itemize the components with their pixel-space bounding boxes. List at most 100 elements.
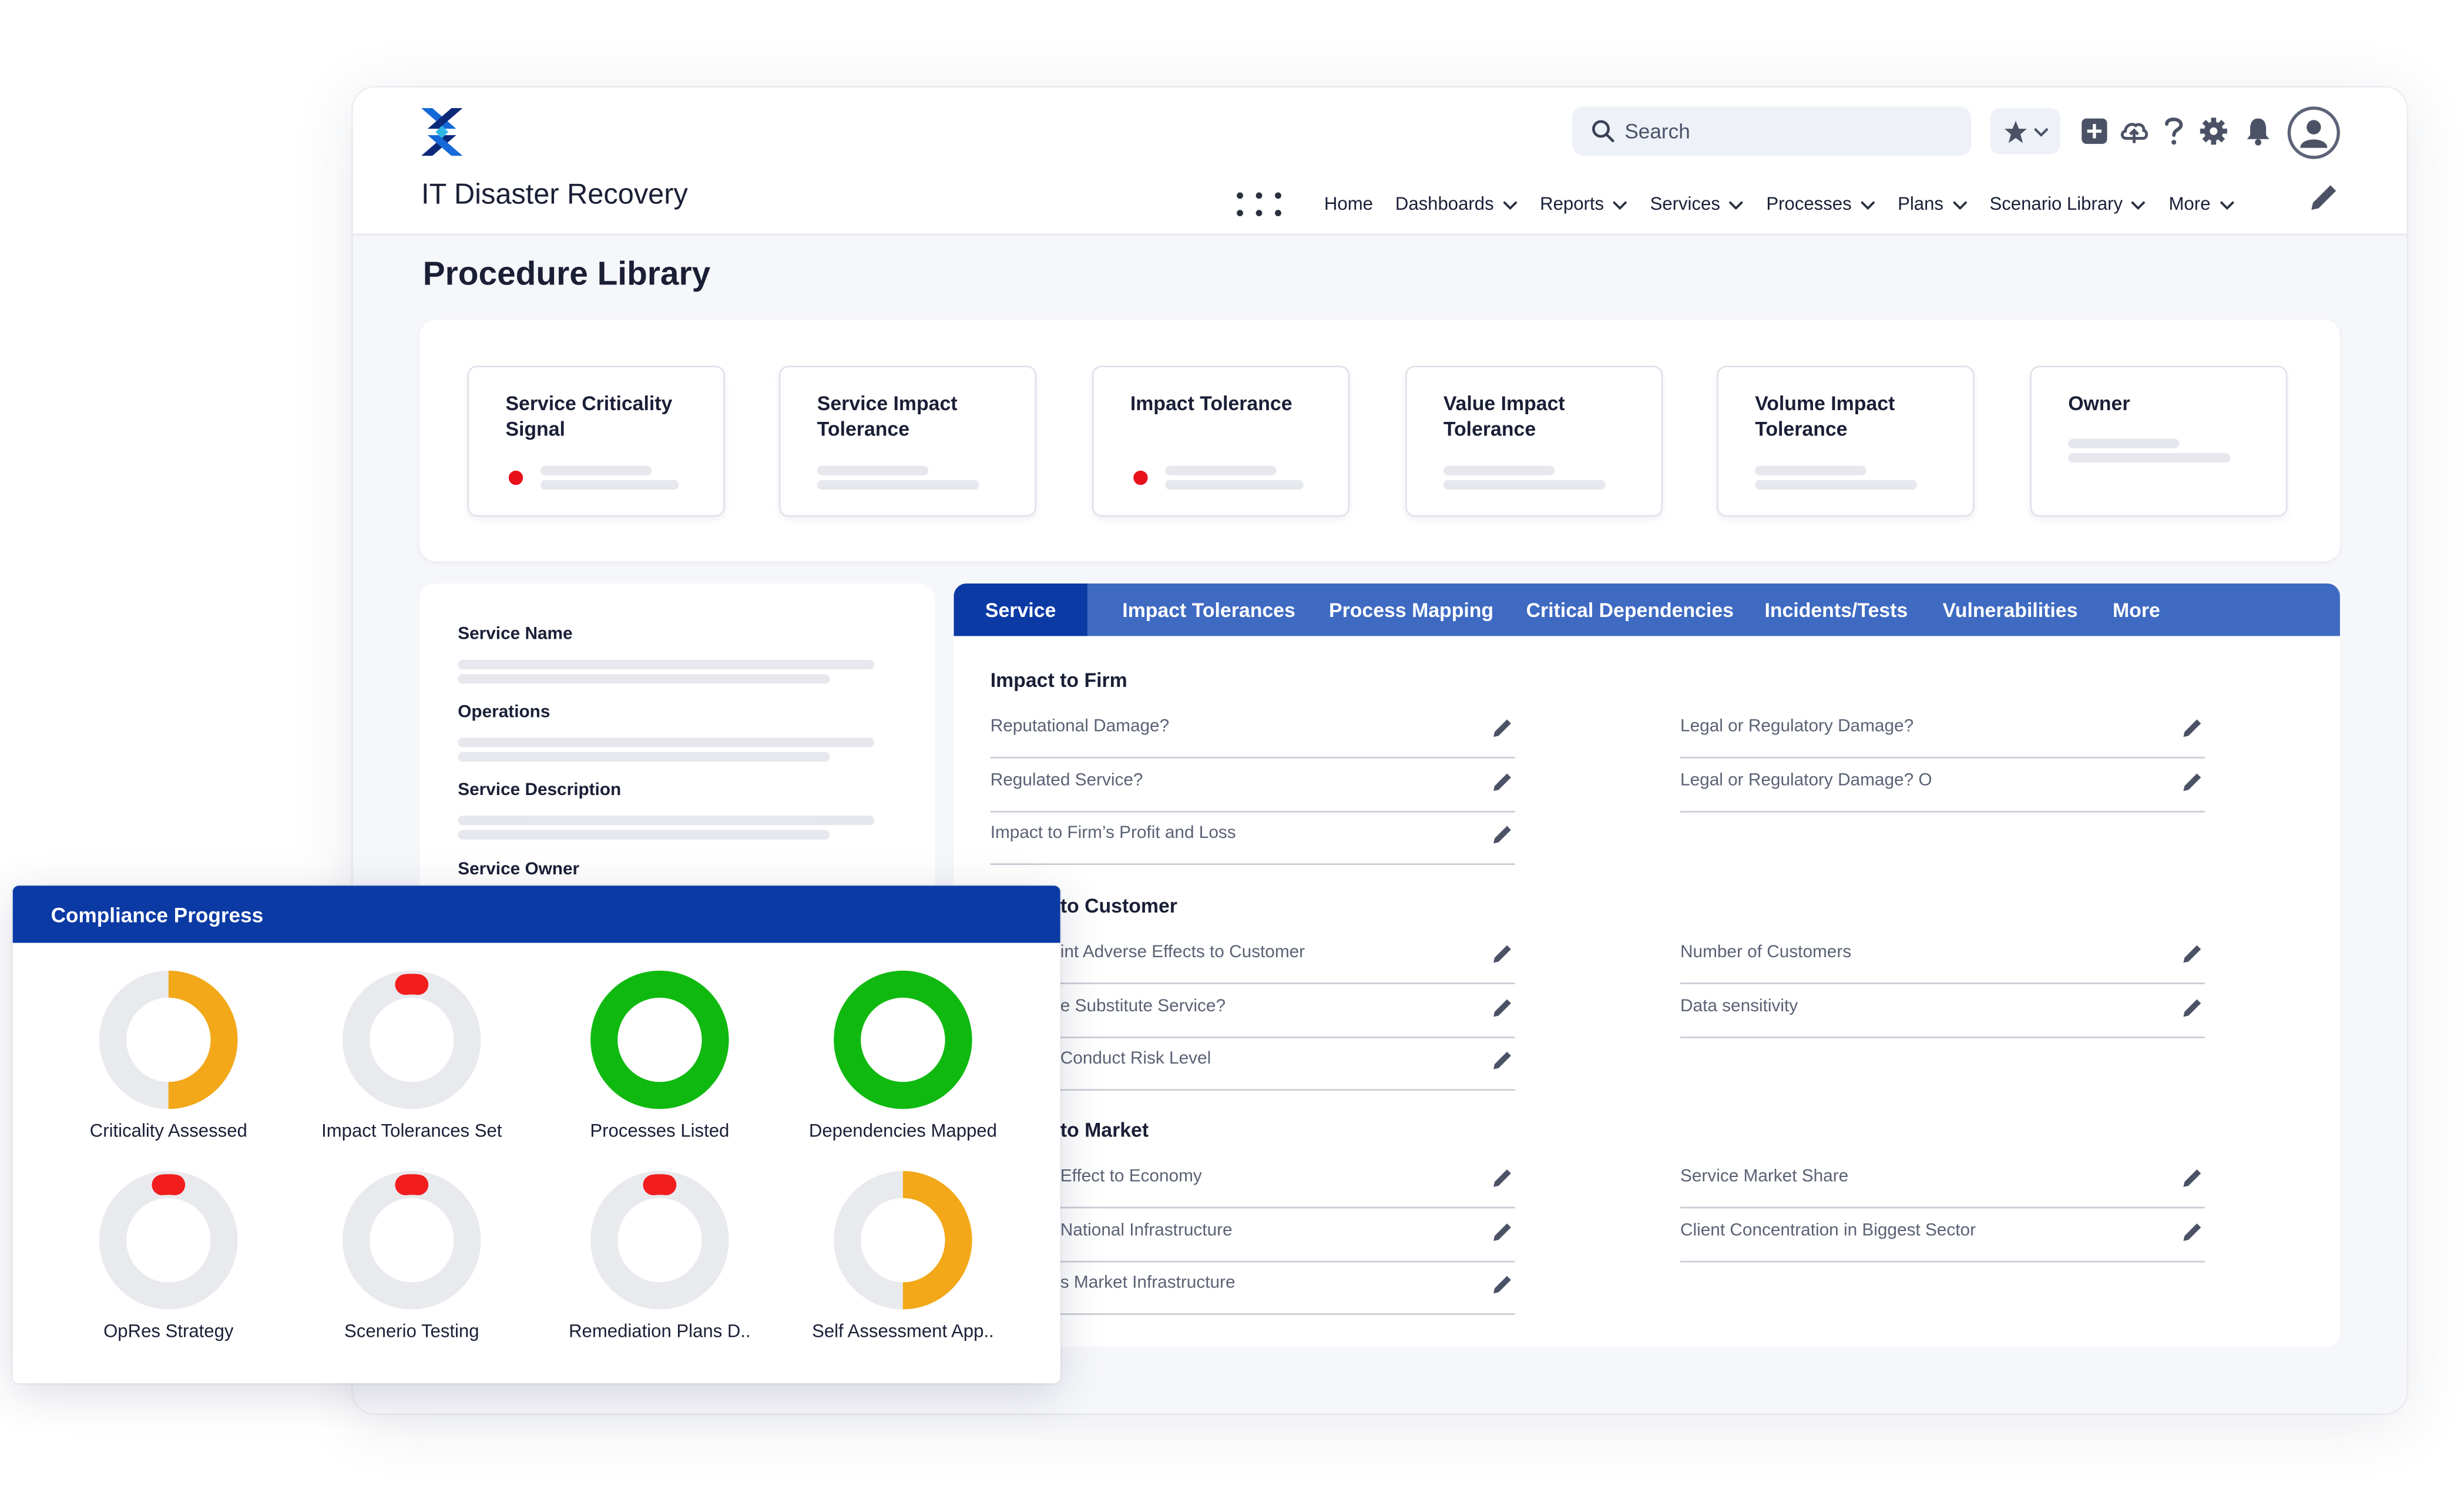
progress-donut[interactable] xyxy=(830,967,976,1113)
form-field[interactable]: int Adverse Effects to Customer xyxy=(1060,930,1515,984)
summary-card-title: Volume Impact Tolerance xyxy=(1755,393,1895,441)
summary-card[interactable]: Volume Impact Tolerance xyxy=(1717,365,1975,517)
nav-item-services[interactable]: Services xyxy=(1650,196,1744,214)
form-field[interactable]: Number of Customers xyxy=(1680,930,2205,984)
form-field[interactable]: Impact to Firm’s Profit and Loss xyxy=(990,811,1515,865)
donut-label: Self Assessment App.. xyxy=(812,1323,994,1342)
form-field[interactable]: Client Concentration in Biggest Sector xyxy=(1680,1208,2205,1262)
pencil-icon[interactable] xyxy=(1493,943,1513,964)
main-nav: Home Dashboards Reports Services Processes Pl… xyxy=(1237,186,2257,224)
summary-card[interactable]: Impact Tolerance xyxy=(1092,365,1350,517)
question-icon xyxy=(2164,116,2182,144)
nav-item-processes[interactable]: Processes xyxy=(1766,196,1875,214)
summary-card[interactable]: Owner xyxy=(2030,365,2288,517)
upload-button[interactable] xyxy=(2117,115,2149,146)
field-label: Data sensitivity xyxy=(1680,996,1798,1015)
section-title: to Market xyxy=(1060,1119,1149,1142)
pencil-icon[interactable] xyxy=(1493,717,1513,737)
pencil-icon[interactable] xyxy=(1493,1273,1513,1294)
nav-item-home[interactable]: Home xyxy=(1324,196,1373,214)
donut-label: Processes Listed xyxy=(590,1122,730,1142)
tab-process-mapping[interactable]: Process Mapping xyxy=(1329,583,1493,636)
progress-donut[interactable] xyxy=(586,967,733,1113)
summary-card[interactable]: Value Impact Tolerance xyxy=(1405,365,1663,517)
progress-donut[interactable] xyxy=(95,1167,241,1313)
form-field[interactable]: National Infrastructure xyxy=(1060,1208,1515,1262)
skeleton-line xyxy=(1755,465,1867,476)
skeleton-line xyxy=(458,737,875,747)
summary-card[interactable]: Service Impact Tolerance xyxy=(778,365,1037,517)
progress-donut[interactable] xyxy=(95,967,241,1113)
tab-impact-tolerances[interactable]: Impact Tolerances xyxy=(1122,583,1295,636)
nav-item-label: Processes xyxy=(1766,195,1852,215)
tab-incidents-tests[interactable]: Incidents/Tests xyxy=(1764,583,1908,636)
pencil-icon[interactable] xyxy=(1493,1049,1513,1070)
summary-card-title: Service Criticality Signal xyxy=(505,393,673,441)
nav-item-plans[interactable]: Plans xyxy=(1898,196,1967,214)
pencil-icon[interactable] xyxy=(1493,996,1513,1017)
form-field[interactable]: Reputational Damage? xyxy=(990,705,1515,759)
nav-item-label: Services xyxy=(1650,195,1720,215)
progress-donut[interactable] xyxy=(830,1167,976,1313)
pencil-icon[interactable] xyxy=(2183,996,2203,1017)
pencil-icon[interactable] xyxy=(1493,1167,1513,1188)
logo-icon xyxy=(421,108,463,156)
skeleton-line xyxy=(458,830,830,840)
form-field[interactable]: Conduct Risk Level xyxy=(1060,1037,1515,1091)
form-field[interactable]: Legal or Regulatory Damage? O xyxy=(1680,757,2205,812)
summary-cards-panel: Service Criticality Signal Service Impact… xyxy=(419,319,2340,562)
tab-critical-dependencies[interactable]: Critical Dependencies xyxy=(1526,583,1734,636)
favorites-button[interactable] xyxy=(1990,108,2060,155)
skeleton-line xyxy=(817,480,979,490)
field-label: Effect to Economy xyxy=(1060,1167,1202,1186)
chevron-down-icon xyxy=(1728,201,1744,210)
form-field[interactable]: Service Market Share xyxy=(1680,1154,2205,1209)
nav-item-more[interactable]: More xyxy=(2169,196,2234,214)
form-field[interactable]: Regulated Service? xyxy=(990,757,1515,812)
form-field[interactable]: Legal or Regulatory Damage? xyxy=(1680,705,2205,759)
skeleton-line xyxy=(540,480,679,490)
pencil-icon[interactable] xyxy=(2183,770,2203,791)
pencil-icon[interactable] xyxy=(2183,943,2203,964)
nav-item-dashboards[interactable]: Dashboards xyxy=(1395,196,1518,214)
progress-donut[interactable] xyxy=(586,1167,733,1313)
field-label: Regulated Service? xyxy=(990,770,1143,790)
detail-label: Service Description xyxy=(458,780,622,800)
field-label: Client Concentration in Biggest Sector xyxy=(1680,1220,1976,1240)
nav-item-scenario-library[interactable]: Scenario Library xyxy=(1989,196,2146,214)
notifications-button[interactable] xyxy=(2241,115,2273,146)
pencil-icon[interactable] xyxy=(2308,181,2340,213)
form-field[interactable]: s Market Infrastructure xyxy=(1060,1261,1515,1315)
progress-donut[interactable] xyxy=(338,967,485,1113)
pencil-icon[interactable] xyxy=(2183,717,2203,737)
pencil-icon[interactable] xyxy=(2183,1220,2203,1241)
search-input[interactable]: Search xyxy=(1572,106,1972,156)
chevron-down-icon xyxy=(1860,201,1875,210)
tab-more[interactable]: More xyxy=(2113,583,2160,636)
tab-vulnerabilities[interactable]: Vulnerabilities xyxy=(1942,583,2077,636)
compliance-title: Compliance Progress xyxy=(12,886,1060,943)
apps-grid-icon[interactable] xyxy=(1237,192,1284,217)
nav-item-reports[interactable]: Reports xyxy=(1540,196,1628,214)
pencil-icon[interactable] xyxy=(2183,1167,2203,1188)
gear-icon xyxy=(2199,116,2227,144)
add-button[interactable] xyxy=(2077,115,2109,146)
page-title: Procedure Library xyxy=(422,256,711,293)
detail-label: Service Owner xyxy=(458,860,580,880)
pencil-icon[interactable] xyxy=(1493,824,1513,844)
pencil-icon[interactable] xyxy=(1493,770,1513,791)
form-field[interactable]: Data sensitivity xyxy=(1680,984,2205,1038)
form-field[interactable]: e Substitute Service? xyxy=(1060,984,1515,1038)
pencil-icon[interactable] xyxy=(1493,1220,1513,1241)
cloud-upload-icon xyxy=(2120,122,2147,143)
help-button[interactable] xyxy=(2157,115,2189,146)
donut-label: OpRes Strategy xyxy=(103,1323,234,1342)
settings-button[interactable] xyxy=(2197,115,2228,146)
progress-donut[interactable] xyxy=(338,1167,485,1313)
summary-card[interactable]: Service Criticality Signal xyxy=(467,365,725,517)
field-label: Service Market Share xyxy=(1680,1167,1849,1186)
form-field[interactable]: Effect to Economy xyxy=(1060,1154,1515,1209)
user-avatar[interactable] xyxy=(2287,106,2340,159)
search-icon xyxy=(1592,120,1614,142)
tab-service[interactable]: Service xyxy=(954,583,1087,636)
